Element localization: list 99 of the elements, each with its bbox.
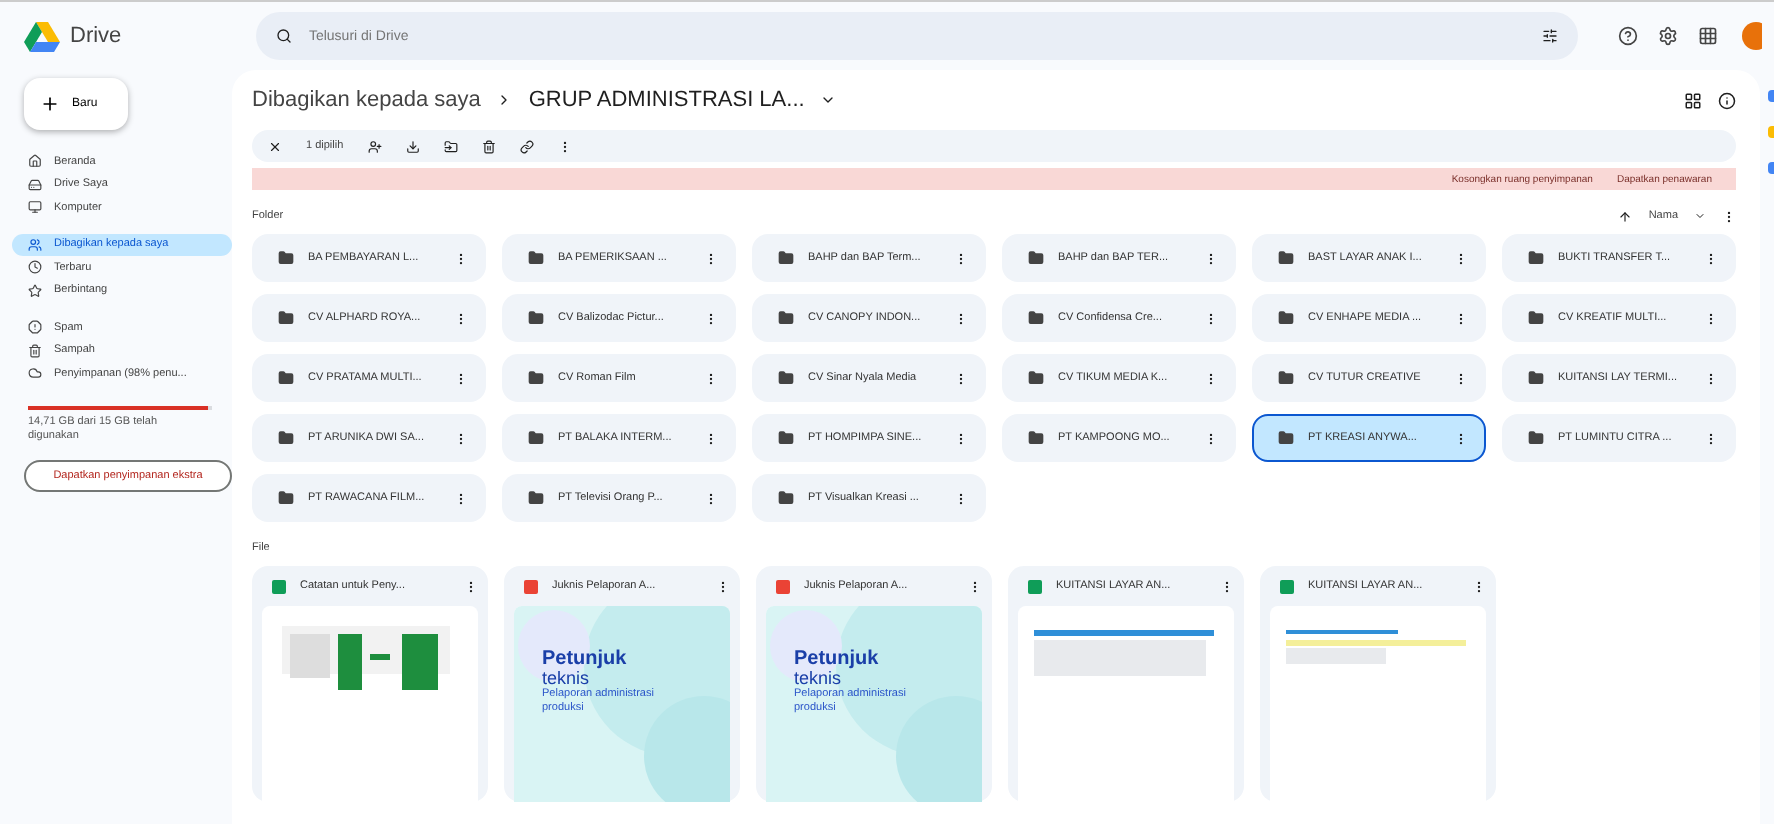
more-icon[interactable]: [1454, 371, 1468, 385]
spreadsheet-icon: [1028, 579, 1042, 593]
computer-icon: [28, 200, 42, 215]
people-icon: [28, 237, 42, 252]
more-icon[interactable]: [1454, 311, 1468, 325]
more-icon[interactable]: [464, 579, 478, 593]
cloud-icon: [28, 366, 42, 381]
shared-folder-icon: [1528, 370, 1544, 386]
drive-logo-icon: [24, 21, 60, 51]
more-icon[interactable]: [1704, 431, 1718, 445]
drive-icon: [28, 177, 42, 192]
more-icon[interactable]: [954, 491, 968, 505]
more-icon[interactable]: [1454, 251, 1468, 265]
shared-folder-icon: [1028, 370, 1044, 386]
filter-icon[interactable]: [1542, 28, 1559, 44]
search-icon: [276, 28, 293, 44]
shared-folder-icon: [278, 490, 294, 506]
shared-folder-icon: [1528, 250, 1544, 266]
more-icon[interactable]: [454, 431, 468, 445]
more-icon[interactable]: [1204, 431, 1218, 445]
more-icon[interactable]: [704, 311, 718, 325]
more-icon[interactable]: [454, 311, 468, 325]
grid-view-icon[interactable]: [1684, 91, 1702, 109]
avatar-icon[interactable]: [1738, 22, 1762, 50]
more-icon[interactable]: [716, 579, 730, 593]
settings-icon[interactable]: [1658, 26, 1679, 46]
warning-icon: [28, 320, 42, 335]
app-name: Drive: [70, 24, 122, 48]
shared-folder-icon: [1528, 310, 1544, 326]
home-icon: [28, 154, 42, 169]
shared-folder-icon: [1028, 250, 1044, 266]
more-icon[interactable]: [954, 251, 968, 265]
shared-folder-icon: [1278, 250, 1294, 266]
shared-folder-icon: [528, 490, 544, 506]
preview-title: Petunjuk: [794, 650, 881, 670]
share-icon[interactable]: [367, 139, 382, 153]
clock-icon: [28, 260, 42, 275]
more-icon[interactable]: [1204, 371, 1218, 385]
shared-folder-icon: [528, 250, 544, 266]
more-icon[interactable]: [454, 371, 468, 385]
shared-folder-icon: [528, 430, 544, 446]
breadcrumb-current[interactable]: GRUP ADMINISTRASI LA...: [528, 88, 805, 112]
more-icon[interactable]: [1704, 371, 1718, 385]
more-icon[interactable]: [1722, 209, 1736, 223]
shared-folder-icon: [778, 370, 794, 386]
plus-icon: [40, 94, 60, 114]
move-icon[interactable]: [443, 139, 458, 153]
more-icon[interactable]: [704, 431, 718, 445]
more-icon[interactable]: [1204, 251, 1218, 265]
spreadsheet-icon: [272, 579, 286, 593]
preview-subtitle: teknis: [542, 670, 590, 688]
more-icon[interactable]: [704, 251, 718, 265]
more-icon[interactable]: [954, 371, 968, 385]
shared-folder-icon: [778, 490, 794, 506]
more-icon[interactable]: [1220, 579, 1234, 593]
preview-subtitle: teknis: [794, 670, 842, 688]
help-icon[interactable]: [1618, 26, 1639, 46]
shared-folder-icon: [1028, 310, 1044, 326]
breadcrumb-link[interactable]: Dibagikan kepada saya: [252, 88, 481, 112]
trash-icon[interactable]: [481, 139, 496, 153]
shared-folder-icon: [1278, 370, 1294, 386]
shared-folder-icon: [528, 310, 544, 326]
more-icon[interactable]: [1204, 311, 1218, 325]
shared-folder-icon: [1278, 310, 1294, 326]
shared-folder-icon: [1028, 430, 1044, 446]
more-icon[interactable]: [968, 579, 982, 593]
more-icon[interactable]: [954, 311, 968, 325]
pdf-icon: [524, 579, 538, 593]
more-icon[interactable]: [704, 371, 718, 385]
more-icon[interactable]: [1704, 251, 1718, 265]
shared-folder-icon: [278, 250, 294, 266]
pdf-icon: [776, 579, 790, 593]
shared-folder-icon: [278, 430, 294, 446]
sort-arrow-icon[interactable]: [1618, 209, 1633, 223]
info-icon[interactable]: [1718, 91, 1736, 109]
more-icon[interactable]: [954, 431, 968, 445]
more-icon[interactable]: [1704, 311, 1718, 325]
link-icon[interactable]: [519, 139, 534, 153]
close-icon[interactable]: [268, 139, 282, 153]
shared-folder-icon: [778, 430, 794, 446]
shared-folder-icon: [278, 370, 294, 386]
more-icon[interactable]: [1472, 579, 1486, 593]
shared-folder-icon: [528, 370, 544, 386]
more-icon[interactable]: [704, 491, 718, 505]
shared-folder-icon: [278, 310, 294, 326]
shared-folder-icon: [1278, 430, 1294, 446]
shared-folder-icon: [778, 250, 794, 266]
more-icon[interactable]: [454, 251, 468, 265]
apps-icon[interactable]: [1698, 26, 1719, 46]
trash-icon: [28, 343, 42, 358]
star-icon: [28, 283, 42, 298]
dropdown-icon[interactable]: [820, 92, 837, 108]
shared-folder-icon: [1528, 430, 1544, 446]
more-icon[interactable]: [454, 491, 468, 505]
spreadsheet-icon: [1280, 579, 1294, 593]
shared-folder-icon: [778, 310, 794, 326]
preview-title: Petunjuk: [542, 650, 629, 670]
more-icon[interactable]: [1454, 431, 1468, 445]
download-icon[interactable]: [405, 139, 420, 153]
